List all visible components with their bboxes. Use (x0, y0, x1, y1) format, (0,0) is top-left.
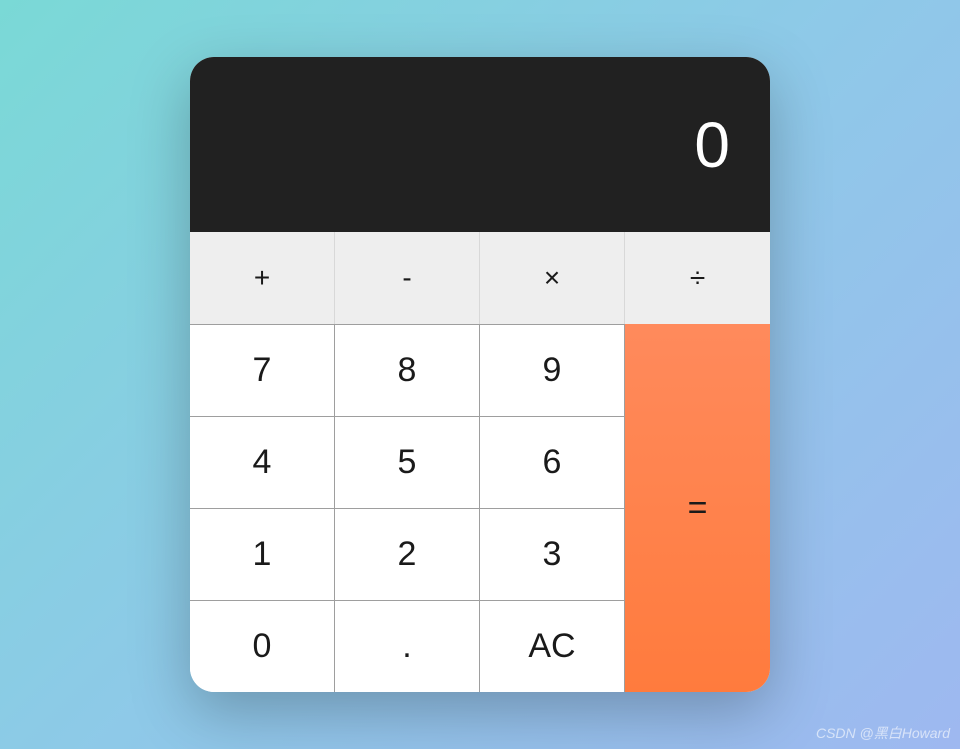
clear-button[interactable]: AC (480, 600, 625, 692)
keypad: 7 8 9 4 5 6 1 2 3 0 . AC = (190, 324, 770, 692)
operator-row: + - × ÷ (190, 232, 770, 324)
multiply-button[interactable]: × (480, 232, 625, 324)
divide-button[interactable]: ÷ (625, 232, 770, 324)
add-button[interactable]: + (190, 232, 335, 324)
seven-button[interactable]: 7 (190, 324, 335, 416)
display: 0 (190, 57, 770, 232)
six-button[interactable]: 6 (480, 416, 625, 508)
eight-button[interactable]: 8 (335, 324, 480, 416)
number-grid: 7 8 9 4 5 6 1 2 3 0 . AC (190, 324, 625, 692)
display-value: 0 (694, 108, 730, 182)
five-button[interactable]: 5 (335, 416, 480, 508)
decimal-button[interactable]: . (335, 600, 480, 692)
subtract-button[interactable]: - (335, 232, 480, 324)
equals-button[interactable]: = (625, 324, 770, 692)
one-button[interactable]: 1 (190, 508, 335, 600)
three-button[interactable]: 3 (480, 508, 625, 600)
four-button[interactable]: 4 (190, 416, 335, 508)
zero-button[interactable]: 0 (190, 600, 335, 692)
watermark: CSDN @黑白Howard (816, 723, 950, 743)
calculator: 0 + - × ÷ 7 8 9 4 5 6 1 2 3 0 . AC = (190, 57, 770, 692)
nine-button[interactable]: 9 (480, 324, 625, 416)
two-button[interactable]: 2 (335, 508, 480, 600)
